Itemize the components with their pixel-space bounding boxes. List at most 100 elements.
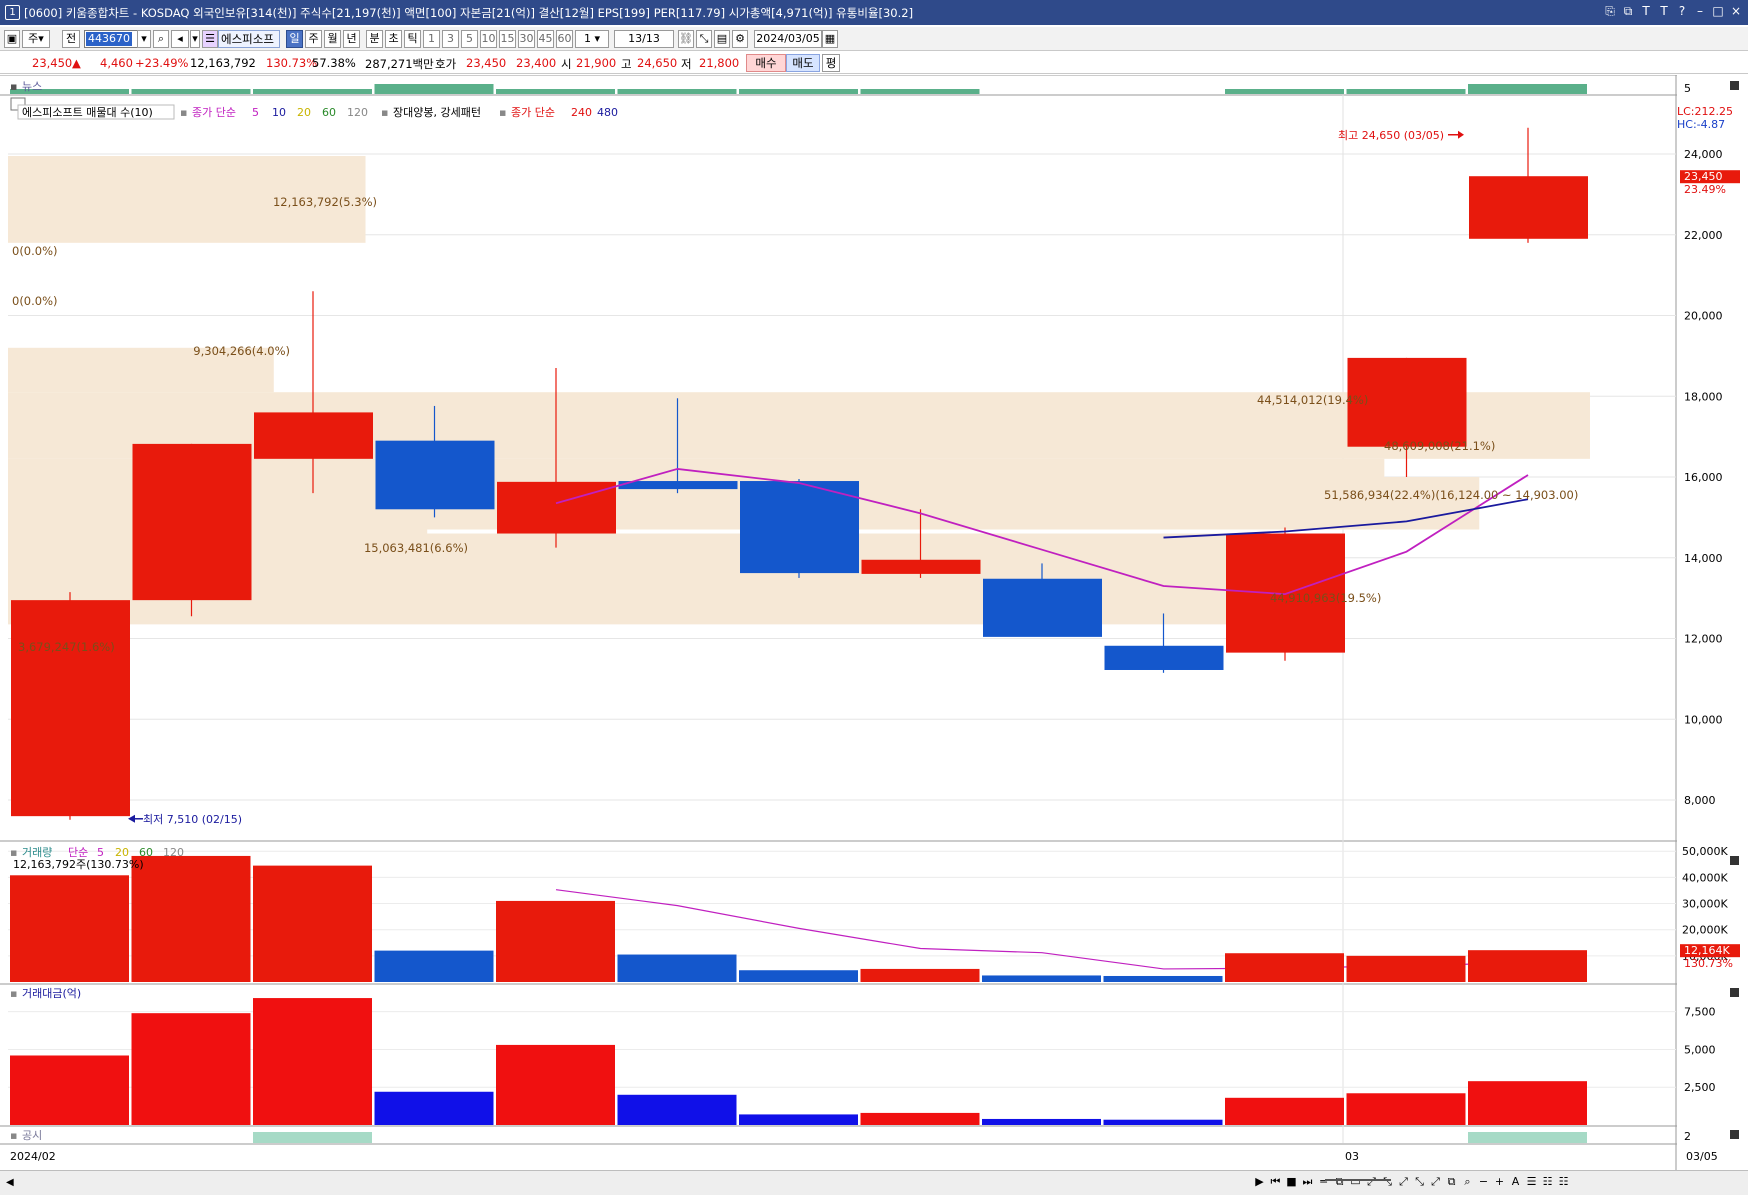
- chart-scrollbar[interactable]: ◀ ▶ ⏮ ■ ⏭ ═ ⧉ ▭ ⤢ ⤡ ⤢ ⤡ ⤢ ⧉ ⌕ − + A ☰ ☷ ☷: [0, 1170, 1748, 1195]
- text-icon[interactable]: T: [1658, 4, 1670, 19]
- close-icon[interactable]: ×: [1730, 4, 1742, 19]
- pattern-legend-label: 장대양봉, 강세패턴: [393, 106, 481, 119]
- volume-bar: [10, 875, 129, 982]
- sound-dropdown-icon[interactable]: ▾: [190, 30, 200, 48]
- amount-bar: [374, 1091, 494, 1125]
- ma-legend-label: 종가 단순: [192, 106, 236, 119]
- interval-button[interactable]: 5: [461, 30, 478, 48]
- ma-legend-period: 5: [252, 106, 259, 119]
- stock-code-value: 443670: [86, 32, 132, 46]
- ask-label: 호가: [435, 57, 457, 71]
- chart-type-icon[interactable]: ▣: [4, 30, 20, 48]
- news-bar: [1468, 84, 1587, 94]
- interval-button[interactable]: 15: [499, 30, 516, 48]
- amount-bar: [982, 1118, 1101, 1125]
- scroll-left-icon[interactable]: ◀: [6, 1177, 14, 1188]
- volume-bar: [739, 970, 858, 982]
- scroll-control-icon[interactable]: ⤡: [1413, 1175, 1426, 1189]
- volume-ratio: 130.73%: [266, 56, 318, 70]
- average-button[interactable]: 평: [822, 54, 840, 72]
- news-panel-marker: ▪: [10, 80, 17, 93]
- period-button[interactable]: 월: [324, 30, 341, 48]
- legend-marker: ▪: [499, 106, 506, 119]
- scroll-control-icon[interactable]: ⤢: [1397, 1175, 1410, 1189]
- scroll-control-icon[interactable]: ☰: [1525, 1175, 1538, 1189]
- range-display[interactable]: 13/13: [614, 30, 674, 48]
- high-price: 24,650: [637, 56, 678, 70]
- type-select[interactable]: 주▾: [22, 30, 50, 48]
- interval-button[interactable]: 45: [537, 30, 554, 48]
- price-axis-label: 10,000: [1684, 713, 1723, 726]
- disclosure-panel-title: 공시: [22, 1129, 42, 1142]
- chart-area[interactable]: 5 24,000 22,000 20,000 18,000 16,000 14,000 12,…: [0, 75, 1748, 1170]
- scroll-control-icon[interactable]: −: [1477, 1175, 1490, 1189]
- interval-button[interactable]: 10: [480, 30, 497, 48]
- scroll-control-icon[interactable]: ▶: [1253, 1175, 1266, 1189]
- period-button[interactable]: 분: [366, 30, 383, 48]
- volume-axis-label: 40,000K: [1682, 871, 1728, 884]
- settings-icon[interactable]: ⚙: [732, 30, 748, 48]
- font-icon[interactable]: T: [1640, 4, 1652, 19]
- volume-profile-label: 44,514,012(19.4%): [1257, 393, 1368, 407]
- high-annotation: 최고 24,650 (03/05): [1338, 129, 1444, 142]
- minimize-icon[interactable]: –: [1694, 4, 1706, 19]
- interval-button[interactable]: 3: [442, 30, 459, 48]
- buy-button[interactable]: 매수: [746, 54, 786, 72]
- current-pct-label: 23.49%: [1684, 183, 1726, 196]
- ma2-legend-period: 480: [597, 106, 618, 119]
- count-select[interactable]: 1 ▾: [575, 30, 609, 48]
- news-bar: [496, 89, 615, 94]
- date-input[interactable]: 2024/03/05: [754, 30, 822, 48]
- period-button[interactable]: 주: [305, 30, 322, 48]
- volume-profile-label: 15,063,481(6.6%): [364, 541, 468, 555]
- code-dropdown-icon[interactable]: ▾: [137, 30, 151, 48]
- scroll-control-icon[interactable]: ☷: [1541, 1175, 1554, 1189]
- count-value: 1: [583, 32, 591, 45]
- scroll-control-icon[interactable]: ⏭: [1301, 1175, 1314, 1189]
- scroll-control-icon[interactable]: ■: [1285, 1175, 1298, 1189]
- news-bar: [253, 89, 372, 94]
- stock-name-box[interactable]: 에스피소프: [218, 30, 280, 48]
- interval-button[interactable]: 30: [518, 30, 535, 48]
- volume-bar: [131, 855, 251, 982]
- volume-bar: [374, 950, 494, 982]
- scroll-control-icon[interactable]: ⧉: [1445, 1175, 1458, 1189]
- period-button[interactable]: 일: [286, 30, 303, 48]
- scroll-control-icon[interactable]: +: [1493, 1175, 1506, 1189]
- amount-bar: [1103, 1119, 1223, 1125]
- scroll-control-icon[interactable]: ⏮: [1269, 1175, 1282, 1189]
- scroll-controls: ▶ ⏮ ■ ⏭ ═ ⧉ ▭ ⤢ ⤡ ⤢ ⤡ ⤢ ⧉ ⌕ − + A ☰ ☷ ☷: [1253, 1175, 1570, 1189]
- period-button[interactable]: 틱: [404, 30, 421, 48]
- period-button[interactable]: 년: [343, 30, 360, 48]
- prev-button[interactable]: 전: [62, 30, 80, 48]
- interval-button[interactable]: 60: [556, 30, 573, 48]
- maximize-icon[interactable]: □: [1712, 4, 1724, 19]
- title-bar: 1 [0600] 키움종합차트 - KOSDAQ 외국인보유[314(천)] 주…: [0, 0, 1748, 25]
- news-bar: [374, 84, 494, 94]
- scroll-control-icon[interactable]: ⌕: [1461, 1175, 1474, 1189]
- link-icon[interactable]: ⛓: [678, 30, 694, 48]
- sell-button[interactable]: 매도: [786, 54, 820, 72]
- draw-icon[interactable]: ⤡: [696, 30, 712, 48]
- period-button[interactable]: 초: [385, 30, 402, 48]
- tile-icon[interactable]: ⧉: [1622, 4, 1634, 19]
- volume-ma-period: 120: [163, 846, 184, 859]
- calendar-icon[interactable]: ▦: [822, 30, 838, 48]
- scroll-control-icon[interactable]: ⤢: [1429, 1175, 1442, 1189]
- price-axis-label: 18,000: [1684, 390, 1723, 403]
- amount-bar: [253, 998, 372, 1125]
- scroll-control-icon[interactable]: ☷: [1557, 1175, 1570, 1189]
- group-icon[interactable]: ☰: [202, 30, 218, 48]
- save-icon[interactable]: ▤: [714, 30, 730, 48]
- volume-bar: [982, 975, 1101, 982]
- amount-axis-label: 5,000: [1684, 1043, 1716, 1056]
- high-label: 고: [621, 57, 632, 71]
- search-icon[interactable]: ⌕: [153, 30, 169, 48]
- help-icon[interactable]: ?: [1676, 4, 1688, 19]
- sound-icon[interactable]: ◂: [171, 30, 189, 48]
- interval-button[interactable]: 1: [423, 30, 440, 48]
- candle-body: [254, 412, 373, 459]
- restore-icon[interactable]: ⎘: [1604, 4, 1616, 19]
- scroll-thumb[interactable]: [1325, 1179, 1391, 1187]
- scroll-control-icon[interactable]: A: [1509, 1175, 1522, 1189]
